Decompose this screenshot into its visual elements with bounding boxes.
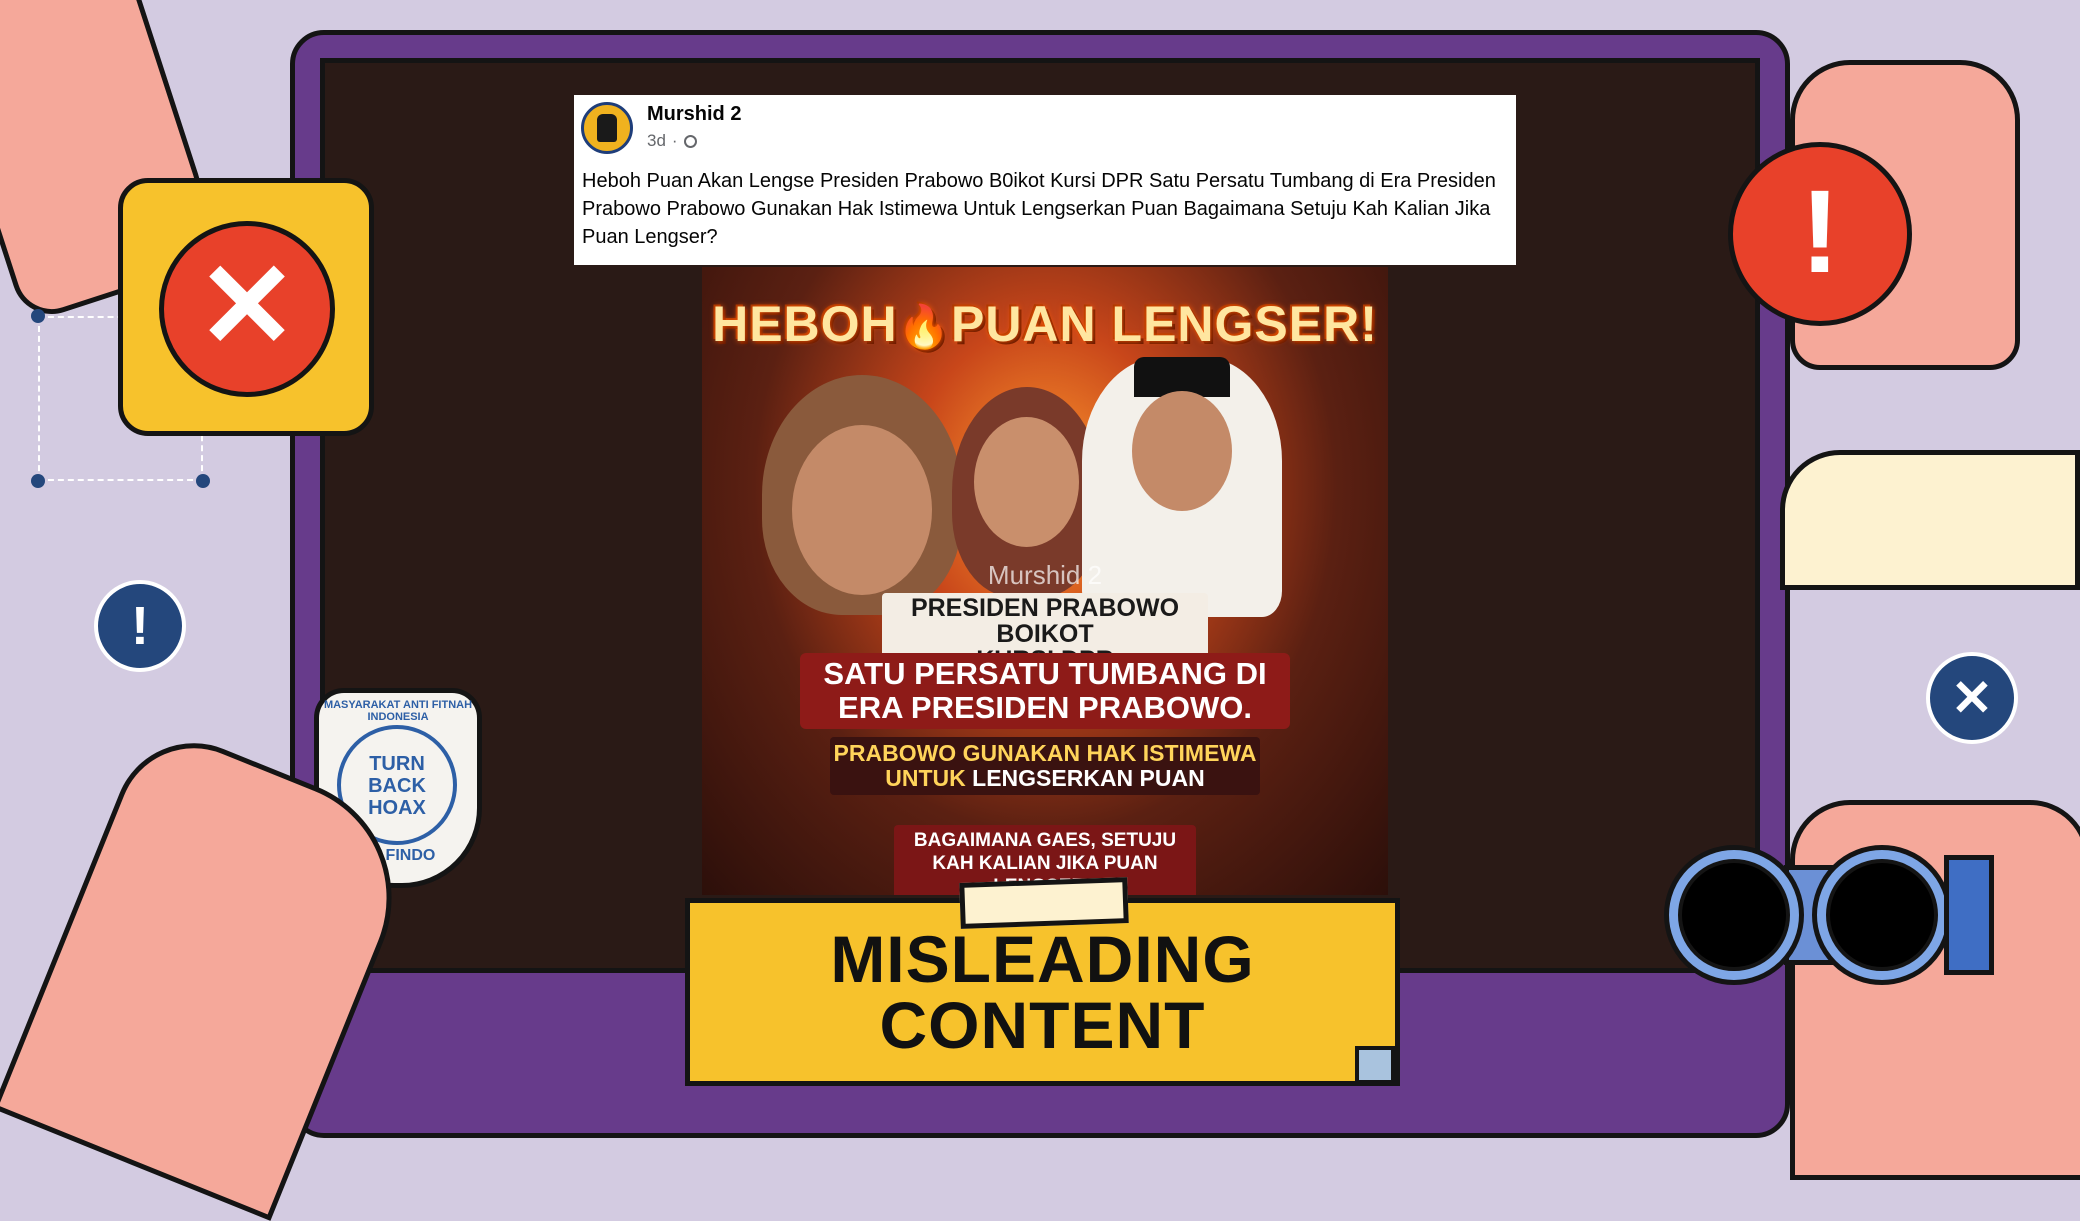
caption-3: PRABOWO GUNAKAN HAK ISTIMEWA UNTUK LENGS… <box>830 737 1260 795</box>
close-icon: ✕ <box>159 221 335 397</box>
exclamation-bubble-icon: ! <box>94 580 186 672</box>
binoculars-icon <box>1664 840 1994 990</box>
binoculars-lens-right <box>1812 845 1952 985</box>
badge-line-2: BACK <box>368 775 426 797</box>
selection-handle <box>196 474 210 488</box>
badge-arc-text: MASYARAKAT ANTI FITNAH INDONESIA <box>323 699 473 723</box>
verdict-banner: MISLEADING CONTENT <box>685 898 1400 1086</box>
caption-2: SATU PERSATU TUMBANG DI ERA PRESIDEN PRA… <box>800 653 1290 729</box>
graphic-title: HEBOH🔥PUAN LENGSER! <box>702 295 1388 353</box>
caption-3-line-2a: UNTUK <box>885 765 966 791</box>
title-left: HEBOH <box>712 296 898 352</box>
post-meta: 3d · <box>647 131 697 151</box>
social-post-card: Murshid 2 3d · Heboh Puan Akan Lengse Pr… <box>574 95 1516 265</box>
caption-2-line-2: ERA PRESIDEN PRABOWO. <box>838 690 1252 725</box>
paper-scroll <box>1780 450 2080 590</box>
post-time[interactable]: 3d <box>647 131 666 151</box>
flame-icon: 🔥 <box>897 303 951 350</box>
verdict-line-2: CONTENT <box>879 988 1206 1062</box>
globe-icon <box>683 134 697 148</box>
tape-strip <box>959 877 1129 929</box>
binoculars-lens-left <box>1664 845 1804 985</box>
post-image[interactable]: HEBOH🔥PUAN LENGSER! Murshid 2 PRESIDEN P… <box>702 267 1388 895</box>
caption-3-line-2b: LENGSERKAN PUAN <box>965 765 1205 791</box>
meta-separator: · <box>671 131 678 150</box>
fist-icon <box>597 114 617 142</box>
avatar[interactable] <box>581 102 633 154</box>
caption-3-line-2: UNTUK LENGSERKAN PUAN <box>830 766 1260 791</box>
post-author[interactable]: Murshid 2 <box>647 103 741 126</box>
post-text: Heboh Puan Akan Lengse Presiden Prabowo … <box>582 170 1496 248</box>
verdict-line-1: MISLEADING <box>830 922 1255 996</box>
caption-1-line-1: PRESIDEN PRABOWO BOIKOT <box>910 594 1180 648</box>
badge-line-1: TURN <box>369 753 425 775</box>
title-right: PUAN LENGSER! <box>950 296 1378 352</box>
image-watermark: Murshid 2 <box>987 560 1103 590</box>
selection-handle <box>31 309 45 323</box>
caption-2-line-1: SATU PERSATU TUMBANG DI <box>823 656 1267 691</box>
alert-bubble-icon: ! <box>1728 142 1912 326</box>
x-bubble-icon: ✕ <box>1926 652 2018 744</box>
selection-handle <box>31 474 45 488</box>
binoculars-body <box>1944 855 1994 975</box>
caption-3-line-1: PRABOWO GUNAKAN HAK ISTIMEWA <box>833 740 1257 766</box>
x-card: ✕ <box>118 178 374 436</box>
caption-4-line-1: BAGAIMANA GAES, SETUJU <box>913 830 1177 851</box>
page-curl <box>1355 1046 1395 1084</box>
